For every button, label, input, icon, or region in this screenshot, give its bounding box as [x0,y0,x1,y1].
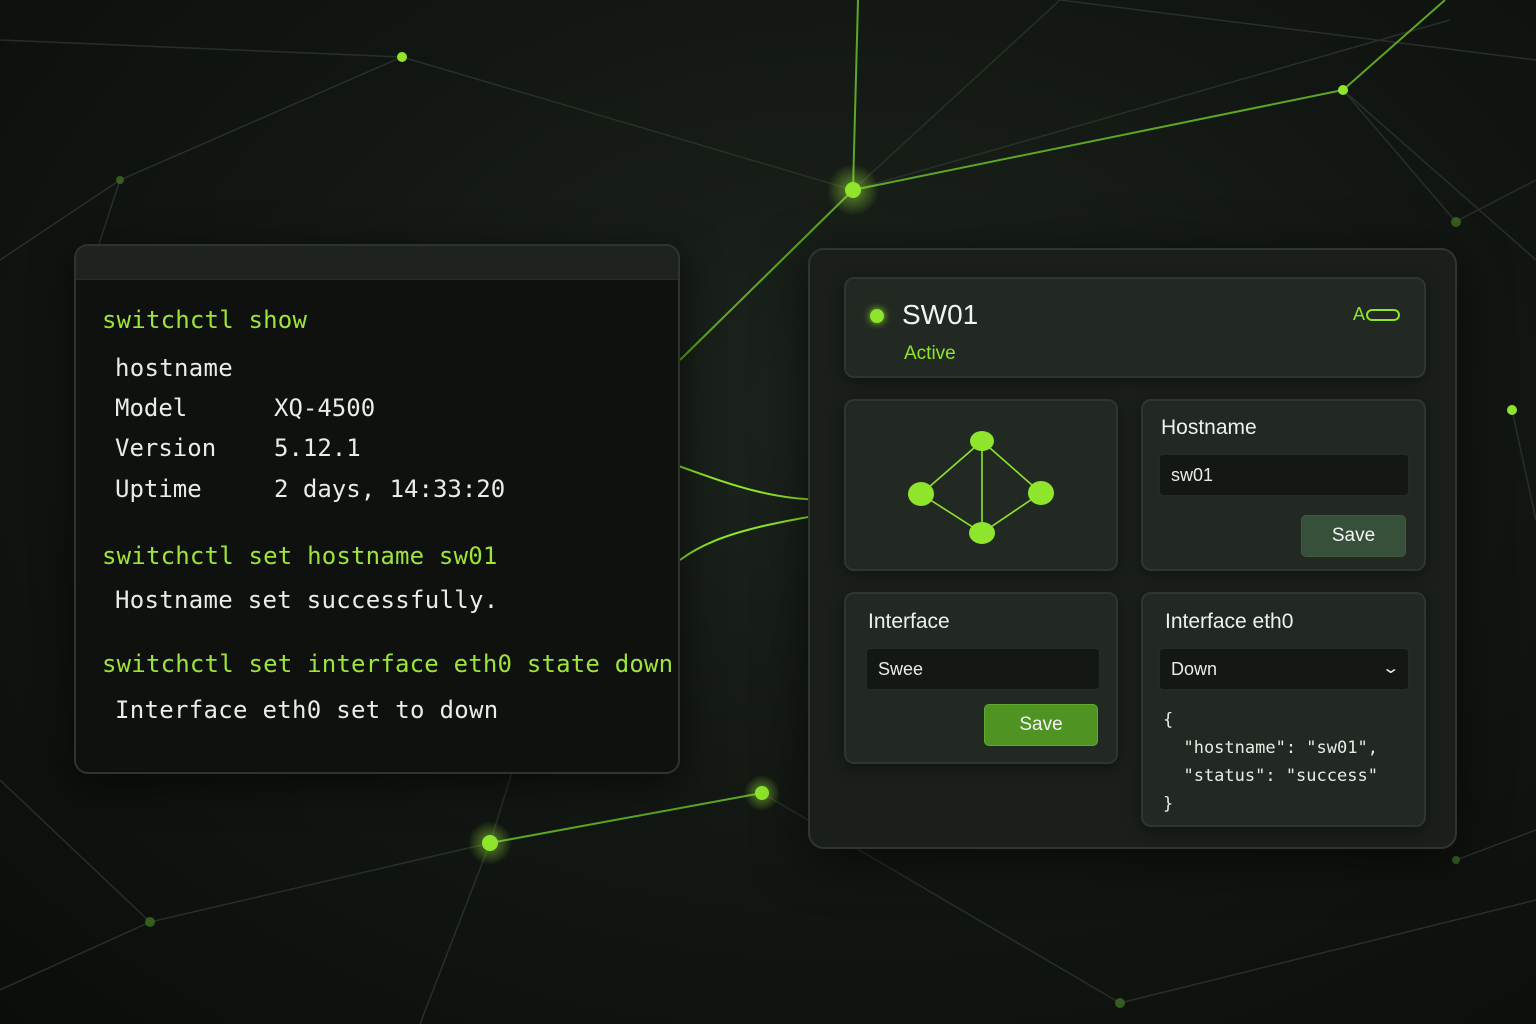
json-line: { [1163,710,1174,730]
output-value: 2 days, 14:33:20 [274,475,506,503]
command-line: switchctl set hostname sw01 [102,542,498,570]
status-dot-icon [870,309,884,323]
output-line: Hostname set successfully. [115,586,499,614]
hostname-input[interactable]: sw01 [1159,454,1409,496]
topology-card [844,399,1118,571]
output-value: 5.12.1 [274,434,361,462]
interface-input[interactable]: Swee [866,648,1100,690]
json-line: "status": "success" [1163,766,1378,786]
interface-card: Interface Swee Save [844,592,1118,764]
hostname-save-button[interactable]: Save [1301,515,1406,557]
output-key: Version [115,434,217,462]
output-key: Model [115,394,188,422]
interface-save-button[interactable]: Save [984,704,1098,746]
eth0-card: Interface eth0 Down ⌄ { "hostname": "sw0… [1141,592,1426,827]
output-line: Interface eth0 set to down [115,696,499,724]
toggle-switch-icon [1366,308,1400,321]
active-toggle[interactable]: A [1353,304,1400,325]
hostname-card: Hostname sw01 Save [1141,399,1426,571]
terminal-window: switchctl show hostname Model XQ-4500 Ve… [74,244,680,774]
eth0-label: Interface eth0 [1165,610,1294,633]
eth0-state-select[interactable]: Down ⌄ [1159,648,1409,690]
chevron-down-icon: ⌄ [1380,660,1400,677]
device-name: SW01 [902,299,979,330]
switch-dashboard: SW01 Active A Hostname sw01 Save Interfa… [808,248,1457,849]
json-line: } [1163,794,1174,814]
interface-label: Interface [868,610,950,633]
output-line: hostname [115,354,233,382]
network-topology-icon [908,431,1054,544]
device-status: Active [904,343,956,364]
output-value: XQ-4500 [274,394,376,422]
output-key: Uptime [115,475,202,503]
toggle-label: A [1352,304,1365,324]
terminal-titlebar [76,246,678,280]
status-card: SW01 Active A [844,277,1426,378]
command-line: switchctl set interface eth0 state down [102,650,674,678]
terminal-body: switchctl show hostname Model XQ-4500 Ve… [76,280,678,772]
hostname-label: Hostname [1161,416,1257,439]
json-response: { "hostname": "sw01", "status": "success… [1163,706,1378,818]
selected-state: Down [1171,659,1218,679]
command-line: switchctl show [102,306,308,334]
json-line: "hostname": "sw01", [1163,738,1378,758]
